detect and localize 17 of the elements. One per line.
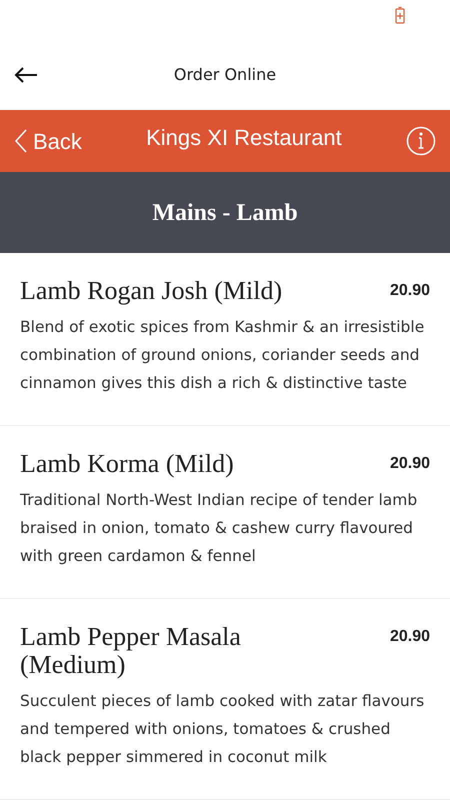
item-description: Traditional North-West Indian recipe of tender lamb braised in onion, tomato & cashew curry flavoured with green cardamon & fennel (20, 490, 418, 567)
chevron-icon (14, 129, 27, 153)
item-price: 20.90 (390, 281, 430, 301)
item-price: 20.90 (390, 627, 430, 647)
restaurant-name: Kings XI Restaurant (146, 124, 342, 152)
item-name[interactable]: Lamb Pepper Masala (Medium) (20, 623, 320, 679)
back-button[interactable]: Back (14, 124, 82, 158)
item-name[interactable]: Lamb Rogan Josh (Mild) (20, 277, 320, 305)
info-icon[interactable] (406, 126, 436, 156)
item-name[interactable]: Lamb Korma (Mild) (20, 450, 320, 478)
back-arrow-icon[interactable] (14, 65, 40, 85)
category-title: Mains - Lamb (152, 198, 298, 228)
item-description: Blend of exotic spices from Kashmir & an irresistible combination of ground onions, coriander seeds and cinnamon gives this dish a rich & distinctive taste (20, 317, 426, 394)
item-price: 20.90 (390, 454, 430, 474)
item-description: Succulent pieces of lamb cooked with zatar flavours and tempered with onions, tomatoes & crushed black pepper simmered in coconut milk (20, 691, 426, 768)
page-title: Order Online (172, 64, 278, 86)
battery-icon (395, 6, 405, 24)
